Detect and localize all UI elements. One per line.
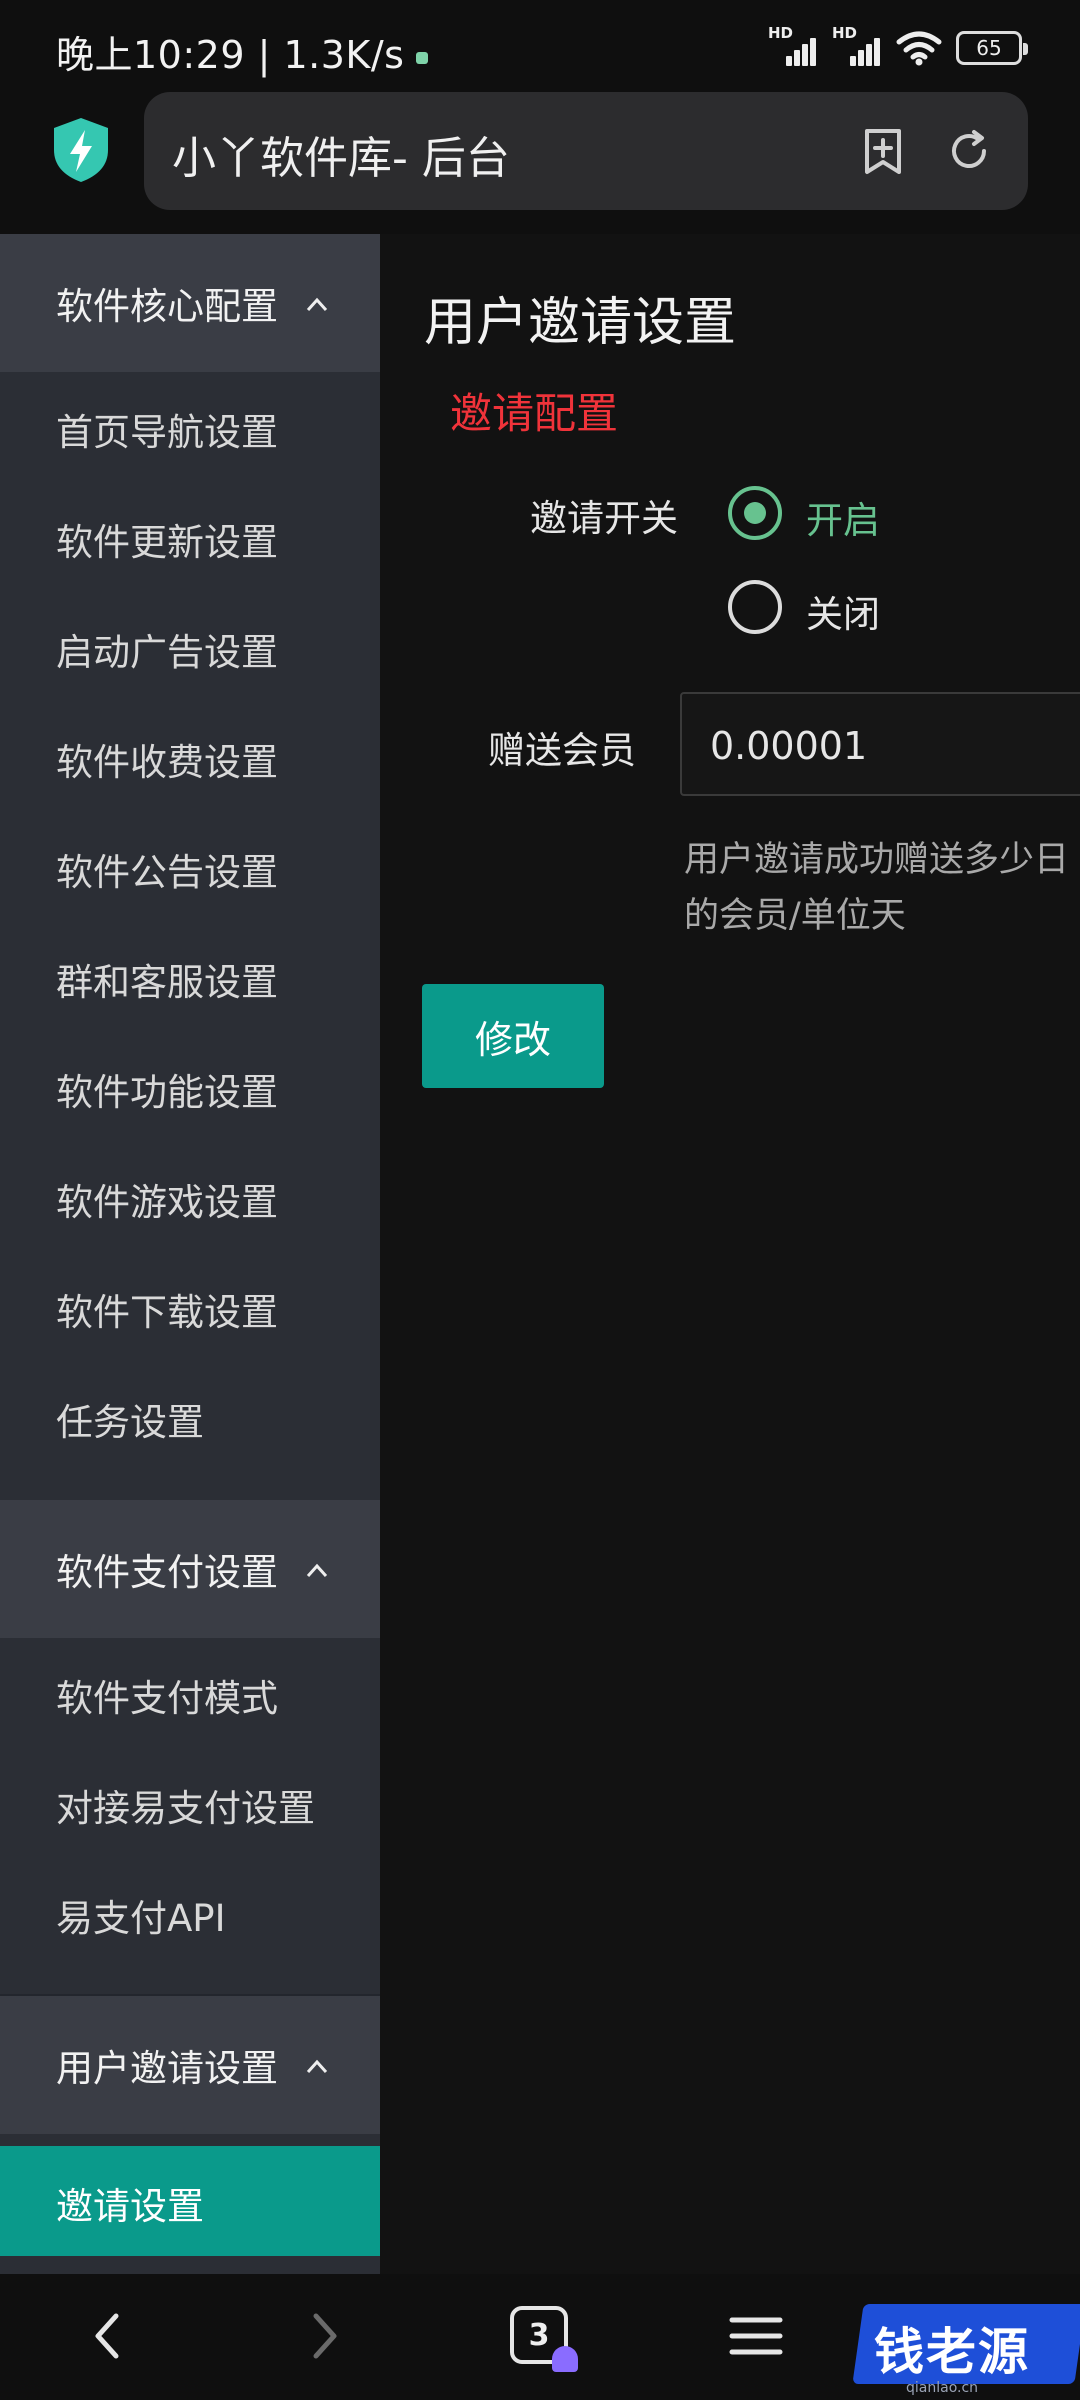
forward-icon[interactable]	[292, 2304, 356, 2368]
radio-enable-label[interactable]: 开启	[806, 490, 880, 544]
gift-member-hint-line1: 用户邀请成功赠送多少日	[684, 840, 1070, 880]
notification-dot-icon	[416, 51, 429, 64]
signal-2-label: HD	[832, 24, 858, 42]
battery-level: 65	[976, 36, 1002, 60]
gift-member-input[interactable]: 0.00001	[680, 692, 1080, 796]
gift-member-hint: 用户邀请成功赠送多少日 的会员/单位天	[684, 832, 1080, 944]
gift-member-value: 0.00001	[710, 724, 868, 768]
sidebar-item-home-nav[interactable]: 首页导航设置	[56, 402, 278, 456]
chevron-up-icon	[306, 2059, 328, 2074]
gift-member-label: 赠送会员	[488, 729, 636, 772]
section-title: 邀请配置	[450, 389, 619, 438]
watermark-logo: 钱老源码 qianlao.cn	[852, 2292, 1080, 2400]
modify-button[interactable]: 修改	[422, 984, 604, 1088]
sidebar-group-invite-items: 邀请设置	[0, 2134, 380, 2274]
sidebar: 软件核心配置 首页导航设置 软件更新设置 启动广告设置 软件收费设置 软件公告设…	[0, 234, 380, 2274]
sidebar-group-payment-items: 软件支付模式 对接易支付设置 易支付API	[0, 1638, 380, 1994]
chevron-up-icon	[306, 297, 328, 312]
battery-icon: 65	[956, 31, 1028, 65]
menu-icon[interactable]	[724, 2304, 788, 2368]
sidebar-group-title: 软件支付设置	[56, 1551, 278, 1594]
page-title-in-address-bar[interactable]: 小丫软件库- 后台	[172, 122, 510, 186]
sidebar-item-update[interactable]: 软件更新设置	[56, 512, 278, 566]
sidebar-item-charges[interactable]: 软件收费设置	[56, 732, 278, 786]
invite-switch-label: 邀请开关	[530, 497, 678, 540]
chevron-up-icon	[306, 1563, 328, 1578]
ghost-icon	[552, 2346, 578, 2372]
sidebar-item-pay-mode[interactable]: 软件支付模式	[56, 1668, 278, 1722]
sidebar-item-invite-settings[interactable]: 邀请设置	[0, 2146, 380, 2256]
sidebar-item-launch-ad[interactable]: 启动广告设置	[56, 622, 278, 676]
sidebar-item-games[interactable]: 软件游戏设置	[56, 1172, 278, 1226]
signal-1-icon: HD	[768, 24, 818, 68]
radio-disable-label[interactable]: 关闭	[806, 584, 880, 638]
signal-2-icon: HD	[832, 24, 882, 68]
status-bar: 晚上10:29 | 1.3K/s HD HD 65	[0, 0, 1080, 92]
browser-toolbar: 小丫软件库- 后台	[0, 92, 1080, 234]
refresh-icon[interactable]	[944, 126, 994, 176]
sidebar-item-epay-api[interactable]: 易支付API	[56, 1888, 226, 1942]
sidebar-item-tasks[interactable]: 任务设置	[56, 1392, 204, 1446]
shield-bolt-icon[interactable]	[50, 116, 112, 184]
sidebar-item-download[interactable]: 软件下载设置	[56, 1282, 278, 1336]
address-bar[interactable]: 小丫软件库- 后台	[144, 92, 1028, 210]
sidebar-group-payment[interactable]: 软件支付设置	[0, 1500, 380, 1638]
main-content: 用户邀请设置 邀请配置 邀请开关 开启 关闭 赠送会员 0.00001 用户邀请…	[380, 234, 1080, 2274]
wifi-icon	[896, 31, 942, 66]
watermark-subtext: qianlao.cn	[906, 2380, 979, 2396]
status-time-speed: 晚上10:29 | 1.3K/s	[56, 24, 429, 79]
radio-disable[interactable]	[728, 580, 782, 634]
back-icon[interactable]	[76, 2304, 140, 2368]
status-icons: HD HD 65	[768, 24, 1028, 70]
page-title: 用户邀请设置	[424, 293, 737, 353]
sidebar-group-core-config[interactable]: 软件核心配置	[0, 234, 380, 372]
signal-1-label: HD	[768, 24, 794, 42]
radio-enable[interactable]	[728, 486, 782, 540]
tab-count: 3	[528, 2317, 550, 2353]
sidebar-item-notice[interactable]: 软件公告设置	[56, 842, 278, 896]
gift-member-hint-line2: 的会员/单位天	[684, 896, 906, 936]
sidebar-item-label: 邀请设置	[56, 2185, 204, 2228]
sidebar-group-title: 用户邀请设置	[56, 2047, 278, 2090]
sidebar-item-groups-cs[interactable]: 群和客服设置	[56, 952, 278, 1006]
sidebar-group-invite[interactable]: 用户邀请设置	[0, 1996, 380, 2134]
sidebar-item-epay-config[interactable]: 对接易支付设置	[56, 1778, 315, 1832]
sidebar-group-title: 软件核心配置	[56, 285, 278, 328]
sidebar-item-features[interactable]: 软件功能设置	[56, 1062, 278, 1116]
bookmark-add-icon[interactable]	[858, 126, 908, 176]
status-time-text: 晚上10:29 | 1.3K/s	[56, 33, 405, 77]
